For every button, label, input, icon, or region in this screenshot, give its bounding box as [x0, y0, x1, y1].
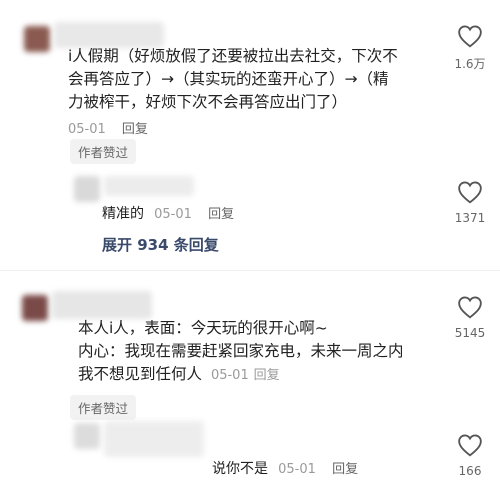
- comment-meta: 05-01 回复: [68, 118, 148, 137]
- like-count: 1371: [454, 211, 486, 225]
- reply-like-button[interactable]: 1371: [446, 180, 494, 225]
- like-count: 5145: [454, 326, 486, 340]
- reply-button[interactable]: 回复: [254, 368, 280, 383]
- reply-meta: 精准的 05-01 回复: [102, 203, 234, 223]
- reply-like-button[interactable]: 166: [446, 433, 494, 478]
- like-button[interactable]: 1.6万: [446, 24, 494, 72]
- reply-text[interactable]: 精准的: [102, 206, 144, 222]
- comment-line: 力被榨干，好烦下次不会再答应出门了）: [68, 93, 348, 111]
- comment-1: 1.6万 i人假期（好烦放假了还要被拉出去社交，下次不 会再答应了）→（其实玩的…: [0, 0, 500, 270]
- reply-username-blurred[interactable]: [104, 421, 204, 457]
- comment-date: 05-01: [68, 122, 106, 137]
- reply-text[interactable]: 说你不是: [212, 461, 268, 477]
- author-liked-badge: 作者赞过: [70, 395, 137, 420]
- heart-outline-icon: [458, 296, 482, 319]
- comment-line: 会再答应了）→（其实玩的还蛮开心了）→（精: [68, 70, 389, 88]
- comment-text[interactable]: i人假期（好烦放假了还要被拉出去社交，下次不 会再答应了）→（其实玩的还蛮开心了…: [68, 45, 448, 114]
- reply-button[interactable]: 回复: [208, 207, 234, 222]
- reply-button[interactable]: 回复: [122, 122, 148, 137]
- heart-outline-icon: [458, 181, 482, 204]
- reply-avatar[interactable]: [74, 423, 100, 449]
- expand-replies-button[interactable]: 展开 934 条回复: [102, 234, 219, 255]
- comment-line: i人假期（好烦放假了还要被拉出去社交，下次不: [68, 47, 398, 65]
- like-count: 1.6万: [454, 57, 486, 71]
- comment-line-text: 我不想见到任何人: [78, 365, 203, 383]
- reply-date: 05-01: [154, 207, 192, 222]
- reply-meta: 说你不是 05-01 回复: [212, 458, 358, 478]
- reply-username-blurred[interactable]: [104, 176, 194, 196]
- heart-outline-icon: [458, 25, 482, 48]
- like-count: 166: [458, 464, 482, 478]
- author-liked-badge: 作者赞过: [70, 139, 137, 164]
- reply-button[interactable]: 回复: [332, 462, 358, 477]
- comment-line: 我不想见到任何人 05-01 回复: [78, 363, 448, 387]
- comment-2: 5145 本人i人，表面：今天玩的很开心啊~ 内心：我现在需要赶紧回家充电，未来…: [0, 271, 500, 490]
- comment-line: 内心：我现在需要赶紧回家充电，未来一周之内: [78, 342, 404, 360]
- username-blurred[interactable]: [52, 291, 152, 319]
- comment-line: 本人i人，表面：今天玩的很开心啊~: [78, 319, 328, 337]
- avatar[interactable]: [22, 295, 48, 321]
- reply-avatar[interactable]: [74, 176, 100, 202]
- comment-text[interactable]: 本人i人，表面：今天玩的很开心啊~ 内心：我现在需要赶紧回家充电，未来一周之内 …: [78, 317, 448, 387]
- heart-outline-icon: [458, 434, 482, 457]
- comment-date: 05-01: [210, 368, 249, 383]
- like-button[interactable]: 5145: [446, 295, 494, 340]
- reply-date: 05-01: [278, 462, 316, 477]
- avatar[interactable]: [24, 26, 50, 52]
